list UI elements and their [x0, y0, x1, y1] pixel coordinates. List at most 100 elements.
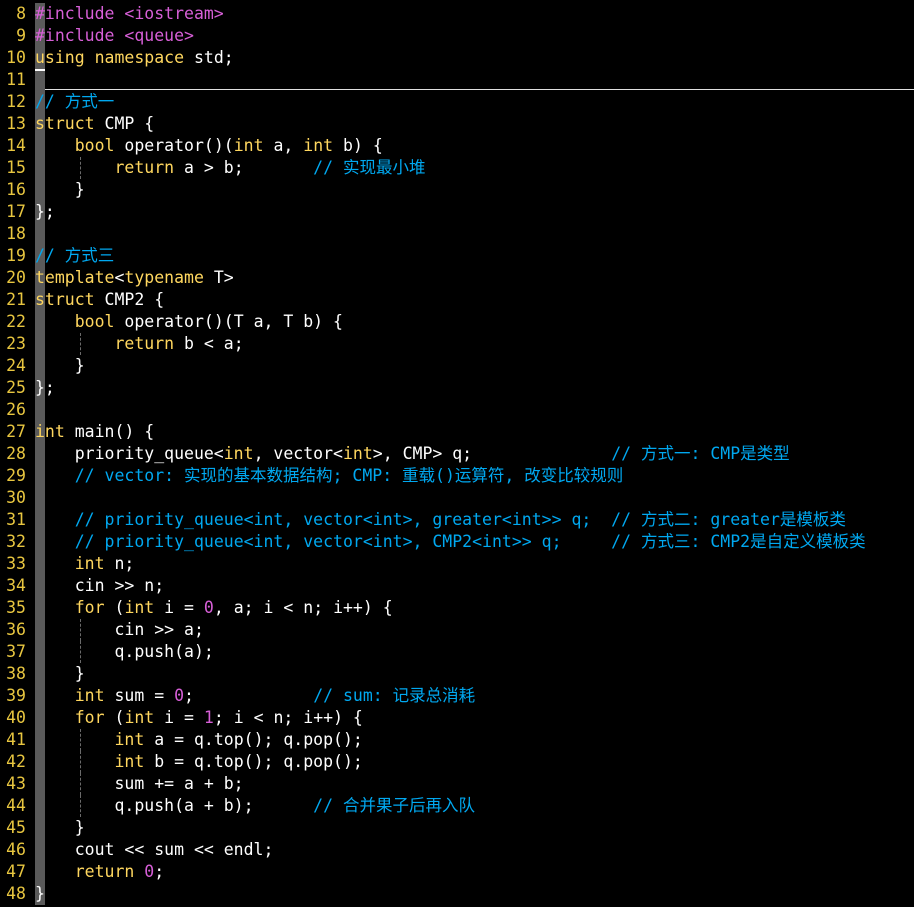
code-line[interactable]: 21 struct CMP2 { [0, 289, 914, 311]
code-editor[interactable]: 8 #include <iostream> 9 #include <queue> 10 u… [0, 3, 914, 905]
text-token: b = q.top(); q.pop(); [144, 752, 363, 771]
code-text[interactable]: // 方式一 [35, 91, 114, 113]
code-text[interactable]: } [35, 663, 85, 685]
code-text[interactable]: int sum = 0; // sum: 记录总消耗 [35, 685, 475, 707]
code-line[interactable]: 47 return 0; [0, 861, 914, 883]
code-text[interactable]: int b = q.top(); q.pop(); [35, 751, 363, 773]
code-line[interactable]: 38 } [0, 663, 914, 685]
code-line[interactable]: 34 cin >> n; [0, 575, 914, 597]
code-text[interactable]: cin >> n; [35, 575, 164, 597]
code-line[interactable]: 17}; [0, 201, 914, 223]
code-text[interactable]: sum += a + b; [35, 773, 243, 795]
code-line[interactable]: 43 sum += a + b; [0, 773, 914, 795]
code-text[interactable]: return b < a; [35, 333, 243, 355]
code-line[interactable]: 30 [0, 487, 914, 509]
line-number: 45 [6, 818, 26, 837]
code-text[interactable]: // priority_queue<int, vector<int>, grea… [35, 509, 846, 531]
code-text[interactable]: int main() { [35, 421, 154, 443]
code-line[interactable]: 18 [0, 223, 914, 245]
code-line[interactable]: 11 [0, 69, 914, 91]
code-text[interactable]: for (int i = 0, a; i < n; i++) { [35, 597, 393, 619]
code-line[interactable]: 29 // vector: 实现的基本数据结构; CMP: 重载()运算符, 改… [0, 465, 914, 487]
code-text[interactable]: #include <queue> [35, 25, 194, 47]
code-line[interactable]: 9 #include <queue> [0, 25, 914, 47]
code-line[interactable]: 42 int b = q.top(); q.pop(); [0, 751, 914, 773]
code-text[interactable]: cin >> a; [35, 619, 203, 641]
keyword-token: int [114, 752, 145, 771]
code-line[interactable]: 26 [0, 399, 914, 421]
line-number: 36 [6, 620, 26, 639]
code-line[interactable]: 24 } [0, 355, 914, 377]
code-text[interactable]: int a = q.top(); q.pop(); [35, 729, 362, 751]
code-line[interactable]: 27 int main() { [0, 421, 914, 443]
code-line[interactable]: 15 return a > b; // 实现最小堆 [0, 157, 914, 179]
code-text[interactable]: // priority_queue<int, vector<int>, CMP2… [35, 531, 866, 553]
code-line[interactable]: 40 for (int i = 1; i < n; i++) { [0, 707, 914, 729]
code-line[interactable]: 45 } [0, 817, 914, 839]
code-text[interactable]: for (int i = 1; i < n; i++) { [35, 707, 363, 729]
code-text[interactable]: } [35, 883, 45, 905]
code-text[interactable]: } [35, 817, 85, 839]
code-line[interactable]: 35 for (int i = 0, a; i < n; i++) { [0, 597, 914, 619]
code-text[interactable]: }; [35, 377, 55, 399]
code-line[interactable]: 41 int a = q.top(); q.pop(); [0, 729, 914, 751]
text-cursor [35, 69, 45, 71]
code-text[interactable]: q.push(a + b); // 合并果子后再入队 [35, 795, 475, 817]
constant-token: 0 [174, 686, 185, 705]
code-line[interactable]: 36 cin >> a; [0, 619, 914, 641]
code-line[interactable]: 48} [0, 883, 914, 905]
text-token: , a; i < n; i++) { [213, 598, 393, 617]
code-line[interactable]: 28 priority_queue<int, vector<int>, CMP>… [0, 443, 914, 465]
code-line[interactable]: 14 bool operator()(int a, int b) { [0, 135, 914, 157]
code-text[interactable]: } [35, 355, 85, 377]
line-number: 10 [6, 48, 26, 67]
code-line[interactable]: 22 bool operator()(T a, T b) { [0, 311, 914, 333]
text-token: a > b; [174, 158, 314, 177]
code-line[interactable]: 19 // 方式三 [0, 245, 914, 267]
code-text[interactable]: bool operator()(T a, T b) { [35, 311, 343, 333]
code-text[interactable]: using namespace std; [35, 47, 234, 69]
code-text[interactable]: // vector: 实现的基本数据结构; CMP: 重载()运算符, 改变比较… [35, 465, 624, 487]
line-number: 25 [6, 378, 26, 397]
code-text[interactable]: #include <iostream> [35, 3, 224, 25]
comment-token: // sum: 记录总消耗 [313, 686, 476, 705]
code-line[interactable]: 16 } [0, 179, 914, 201]
code-text[interactable]: struct CMP2 { [35, 289, 164, 311]
code-text[interactable]: return a > b; // 实现最小堆 [35, 157, 425, 179]
code-line[interactable]: 23 return b < a; [0, 333, 914, 355]
code-line[interactable]: 20 template<typename T> [0, 267, 914, 289]
code-text[interactable]: int n; [35, 553, 135, 575]
code-text[interactable]: // 方式三 [35, 245, 114, 267]
code-line[interactable]: 37 q.push(a); [0, 641, 914, 663]
code-text[interactable]: template<typename T> [35, 267, 234, 289]
code-line[interactable]: 32 // priority_queue<int, vector<int>, C… [0, 531, 914, 553]
code-line[interactable]: 13 struct CMP { [0, 113, 914, 135]
code-text[interactable]: priority_queue<int, vector<int>, CMP> q;… [35, 443, 790, 465]
text-token: cout << sum << endl; [35, 840, 274, 859]
line-number: 24 [6, 356, 26, 375]
code-text[interactable]: return 0; [35, 861, 164, 883]
line-number: 20 [6, 268, 26, 287]
text-token: >, CMP> q; [372, 444, 612, 463]
code-text[interactable]: bool operator()(int a, int b) { [35, 135, 383, 157]
code-line[interactable]: 44 q.push(a + b); // 合并果子后再入队 [0, 795, 914, 817]
comment-token: // priority_queue<int, vector<int>, CMP2… [74, 532, 866, 551]
text-token: } [35, 180, 85, 199]
code-text[interactable]: cout << sum << endl; [35, 839, 274, 861]
code-line[interactable]: 31 // priority_queue<int, vector<int>, g… [0, 509, 914, 531]
code-text[interactable]: q.push(a); [35, 641, 213, 663]
code-line[interactable]: 46 cout << sum << endl; [0, 839, 914, 861]
code-line[interactable]: 33 int n; [0, 553, 914, 575]
code-line[interactable]: 25}; [0, 377, 914, 399]
code-line[interactable]: 8 #include <iostream> [0, 3, 914, 25]
code-line[interactable]: 12 // 方式一 [0, 91, 914, 113]
line-number: 27 [6, 422, 26, 441]
code-text[interactable]: } [35, 179, 85, 201]
code-line[interactable]: 10 using namespace std; [0, 47, 914, 69]
code-line[interactable]: 39 int sum = 0; // sum: 记录总消耗 [0, 685, 914, 707]
code-text[interactable]: struct CMP { [35, 113, 154, 135]
code-text[interactable]: }; [35, 201, 55, 223]
